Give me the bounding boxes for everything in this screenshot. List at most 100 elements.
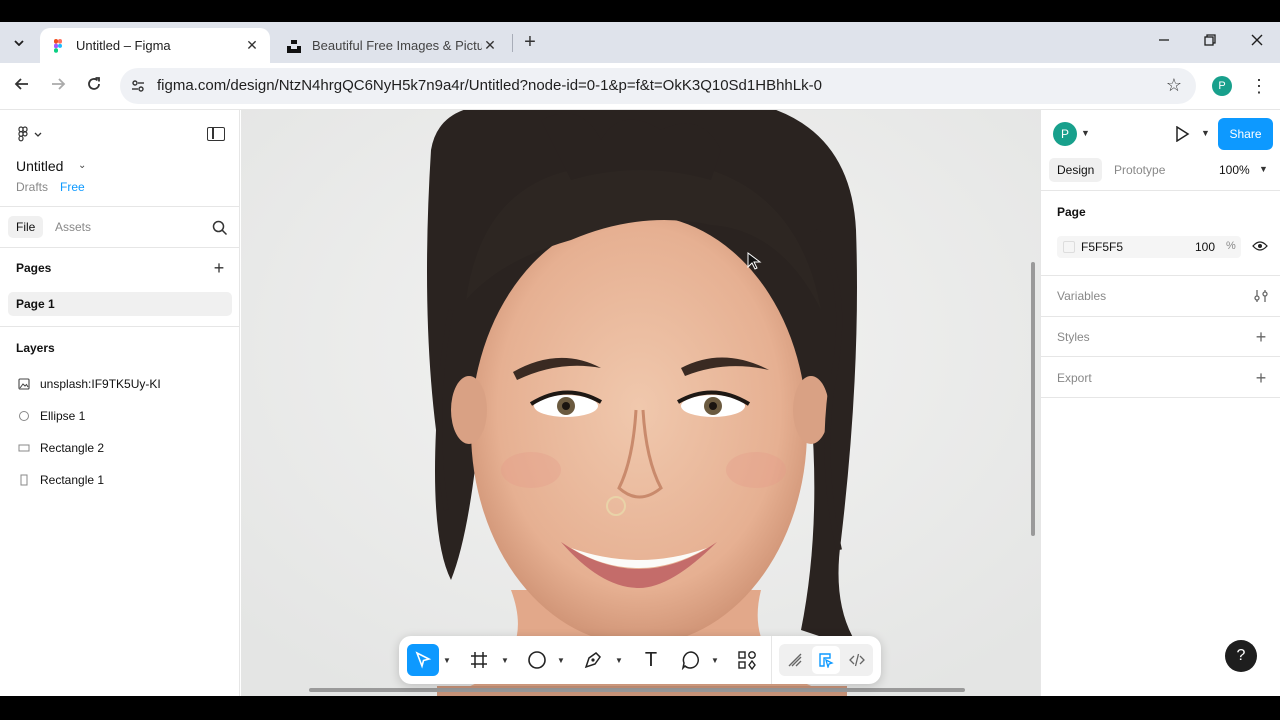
layer-item[interactable]: unsplash:IF9TK5Uy-KI xyxy=(16,374,161,394)
layer-item[interactable]: Rectangle 2 xyxy=(16,438,104,458)
chevron-down-icon[interactable]: ▼ xyxy=(1259,164,1268,174)
bookmark-star-icon[interactable]: ☆ xyxy=(1166,75,1182,96)
chevron-down-icon[interactable]: ⌄ xyxy=(78,160,86,171)
present-play-icon[interactable] xyxy=(1174,126,1190,142)
add-export-icon[interactable]: + xyxy=(1253,369,1269,387)
design-mode-icon[interactable] xyxy=(812,646,840,674)
add-style-icon[interactable]: + xyxy=(1253,328,1269,346)
tab-assets[interactable]: Assets xyxy=(47,216,99,238)
chevron-down-icon[interactable]: ▼ xyxy=(443,656,451,665)
mouse-cursor-icon xyxy=(747,252,762,270)
draw-mode-icon[interactable] xyxy=(781,646,809,674)
page-color-field[interactable]: F5F5F5 100 % xyxy=(1057,236,1241,258)
page-color-hex[interactable]: F5F5F5 xyxy=(1081,240,1123,254)
horizontal-scrollbar[interactable] xyxy=(309,688,965,692)
image-icon xyxy=(16,376,32,392)
page-item[interactable]: Page 1 xyxy=(8,292,232,316)
toolbar-divider xyxy=(771,636,772,684)
back-icon[interactable] xyxy=(11,75,33,97)
export-section[interactable]: Export xyxy=(1057,371,1092,385)
minimize-icon[interactable] xyxy=(1152,30,1176,54)
right-panel: P ▼ ▼ Share Design Prototype 100% ▼ Page… xyxy=(1040,110,1280,696)
plan-badge[interactable]: Free xyxy=(60,180,85,194)
add-page-icon[interactable]: + xyxy=(212,259,226,277)
divider xyxy=(1041,316,1280,317)
dev-mode-icon[interactable] xyxy=(843,646,871,674)
screen: Untitled – Figma ✕ Beautiful Free Images… xyxy=(0,0,1280,720)
close-window-icon[interactable] xyxy=(1245,30,1269,54)
browser-toolbar: figma.com/design/NtzN4hrgQC6NyH5k7n9a4r/… xyxy=(0,63,1280,110)
rectangle-icon xyxy=(16,440,32,456)
rectangle-icon xyxy=(16,472,32,488)
divider xyxy=(1041,190,1280,191)
chevron-down-icon[interactable]: ▼ xyxy=(711,656,719,665)
variables-settings-icon[interactable] xyxy=(1253,289,1269,305)
color-swatch[interactable] xyxy=(1063,241,1075,253)
divider xyxy=(1041,397,1280,398)
forward-icon[interactable] xyxy=(47,75,69,97)
chevron-down-icon[interactable]: ▼ xyxy=(1081,128,1090,138)
chevron-down-icon[interactable]: ▼ xyxy=(1201,128,1210,138)
url-text[interactable]: figma.com/design/NtzN4hrgQC6NyH5k7n9a4r/… xyxy=(157,77,822,94)
chevron-down-icon[interactable]: ▼ xyxy=(501,656,509,665)
tab-file[interactable]: File xyxy=(8,216,44,238)
layer-name: Rectangle 1 xyxy=(40,473,105,487)
frame-tool-button[interactable] xyxy=(463,644,495,676)
pen-tool-button[interactable] xyxy=(577,644,609,676)
share-button[interactable]: Share xyxy=(1218,118,1273,150)
pages-heading: Pages xyxy=(16,261,52,275)
browser-menu-icon[interactable]: ⋮ xyxy=(1250,75,1268,97)
figma-app: Untitled ⌄ Drafts Free File Assets Pages… xyxy=(0,110,1280,696)
chevron-down-icon[interactable]: ▼ xyxy=(557,656,565,665)
move-tool-button[interactable] xyxy=(407,644,439,676)
vertical-scrollbar[interactable] xyxy=(1031,262,1035,536)
variables-section[interactable]: Variables xyxy=(1057,289,1106,303)
divider xyxy=(0,247,240,248)
divider xyxy=(0,206,240,207)
canvas[interactable]: ▼ ▼ ▼ ▼ T ▼ xyxy=(241,110,1040,696)
tab-search-chevron-icon[interactable] xyxy=(8,32,30,54)
layer-item[interactable]: Ellipse 1 xyxy=(16,406,85,426)
left-panel: Untitled ⌄ Drafts Free File Assets Pages… xyxy=(0,110,240,696)
styles-section[interactable]: Styles xyxy=(1057,330,1090,344)
tab-design[interactable]: Design xyxy=(1049,158,1103,182)
help-button[interactable]: ? xyxy=(1225,640,1257,672)
tab-unsplash[interactable]: Beautiful Free Images & Pictures | Unspl… xyxy=(276,28,508,63)
comment-tool-button[interactable] xyxy=(675,644,707,676)
pen-icon xyxy=(584,652,601,669)
toggle-sidebar-icon[interactable] xyxy=(207,127,225,141)
actions-icon xyxy=(738,651,756,670)
tab-figma[interactable]: Untitled – Figma ✕ xyxy=(40,28,270,63)
browser-profile-avatar[interactable]: P xyxy=(1212,76,1232,96)
address-bar[interactable]: figma.com/design/NtzN4hrgQC6NyH5k7n9a4r/… xyxy=(120,68,1196,104)
figma-menu-icon[interactable] xyxy=(16,126,46,142)
restore-icon[interactable] xyxy=(1198,30,1222,54)
ellipse-icon xyxy=(528,651,546,669)
divider xyxy=(1041,356,1280,357)
tab-close-icon[interactable]: ✕ xyxy=(244,37,260,54)
new-tab-button[interactable]: + xyxy=(520,32,540,52)
layer-name: Ellipse 1 xyxy=(40,409,86,423)
tab-title: Untitled – Figma xyxy=(76,38,171,53)
text-tool-button[interactable]: T xyxy=(635,644,667,676)
chevron-down-icon[interactable]: ▼ xyxy=(615,656,623,665)
file-title[interactable]: Untitled xyxy=(16,158,63,174)
portrait-photo[interactable] xyxy=(241,110,1040,696)
tab-close-icon[interactable]: ✕ xyxy=(482,37,498,54)
search-icon[interactable] xyxy=(212,220,228,236)
zoom-level[interactable]: 100% xyxy=(1219,163,1250,177)
eye-icon[interactable] xyxy=(1252,240,1268,252)
user-avatar[interactable]: P xyxy=(1053,122,1077,146)
shape-tool-button[interactable] xyxy=(521,644,553,676)
layer-name: Rectangle 2 xyxy=(40,441,105,455)
actions-tool-button[interactable] xyxy=(731,644,763,676)
breadcrumb-drafts[interactable]: Drafts xyxy=(16,180,48,194)
reload-icon[interactable] xyxy=(83,75,105,97)
layer-item[interactable]: Rectangle 1 xyxy=(16,470,104,490)
tab-prototype[interactable]: Prototype xyxy=(1106,158,1173,182)
letterbox-bar xyxy=(0,696,1280,720)
page-color-opacity[interactable]: 100 xyxy=(1195,240,1215,254)
ellipse-icon xyxy=(16,408,32,424)
text-icon: T xyxy=(644,648,658,671)
site-settings-icon[interactable] xyxy=(130,78,146,94)
